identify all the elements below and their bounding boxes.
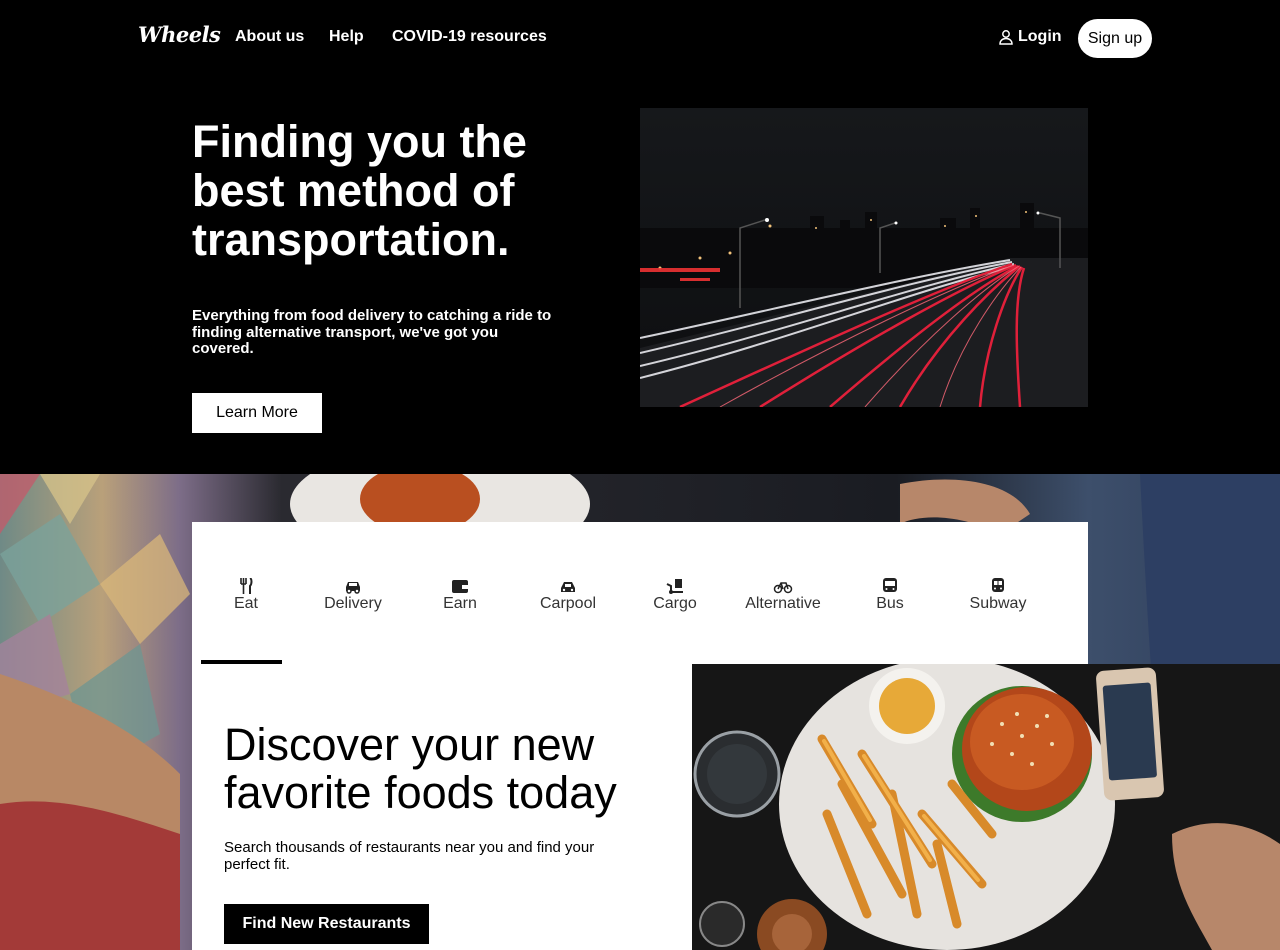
tab-eat[interactable]: Eat: [196, 578, 296, 613]
hero-title: Finding you the best method of transport…: [192, 116, 527, 265]
find-restaurants-button[interactable]: Find New Restaurants: [224, 904, 429, 944]
hero-subtitle: Everything from food delivery to catchin…: [192, 307, 552, 357]
bus-icon: [883, 578, 897, 592]
tab-earn[interactable]: Earn: [410, 578, 510, 613]
tab-label: Alternative: [745, 595, 821, 612]
user-icon: [999, 30, 1013, 45]
content-subtitle: Search thousands of restaurants near you…: [224, 839, 595, 873]
tab-label: Carpool: [539, 595, 597, 612]
tab-subway[interactable]: Subway: [948, 578, 1048, 613]
content-title: Discover your new favorite foods today: [224, 719, 617, 818]
tab-label: Subway: [969, 595, 1027, 612]
top-nav: Wheels About us Help COVID-19 resources …: [0, 0, 1280, 76]
bicycle-icon: [773, 582, 793, 594]
car-icon: [346, 582, 360, 594]
learn-more-button[interactable]: Learn More: [192, 393, 322, 433]
transport-tabs: Eat Delivery Earn Carpool Cargo Alternat…: [192, 522, 1088, 664]
login-label: Login: [1018, 28, 1062, 45]
active-tab-indicator: [201, 660, 282, 664]
tab-label: Cargo: [653, 595, 697, 612]
logo[interactable]: Wheels: [138, 22, 221, 47]
tab-cargo[interactable]: Cargo: [625, 578, 725, 613]
car-side-icon: [561, 582, 575, 592]
signup-button[interactable]: Sign up: [1078, 19, 1152, 58]
tab-delivery[interactable]: Delivery: [303, 578, 403, 613]
subway-icon: [992, 578, 1004, 592]
dolly-icon: [666, 579, 683, 594]
nav-link-about-us[interactable]: About us: [235, 28, 304, 46]
tab-label: Bus: [876, 595, 904, 612]
tab-bus[interactable]: Bus: [840, 578, 940, 613]
wallet-icon: [452, 580, 468, 593]
nav-link-help[interactable]: Help: [329, 28, 364, 46]
highway-night-image: [640, 108, 1088, 407]
tab-label: Eat: [233, 595, 258, 612]
tab-label: Delivery: [324, 595, 382, 612]
utensils-icon: [240, 578, 253, 594]
tab-label: Earn: [443, 595, 477, 612]
eat-content-panel: Discover your new favorite foods today S…: [192, 660, 692, 950]
nav-link-covid-resources[interactable]: COVID-19 resources: [392, 28, 547, 46]
burger-plate-image: [692, 664, 1280, 950]
tab-carpool[interactable]: Carpool: [518, 578, 618, 613]
login-button[interactable]: Login: [998, 28, 1062, 46]
tab-alternative[interactable]: Alternative: [733, 578, 833, 613]
